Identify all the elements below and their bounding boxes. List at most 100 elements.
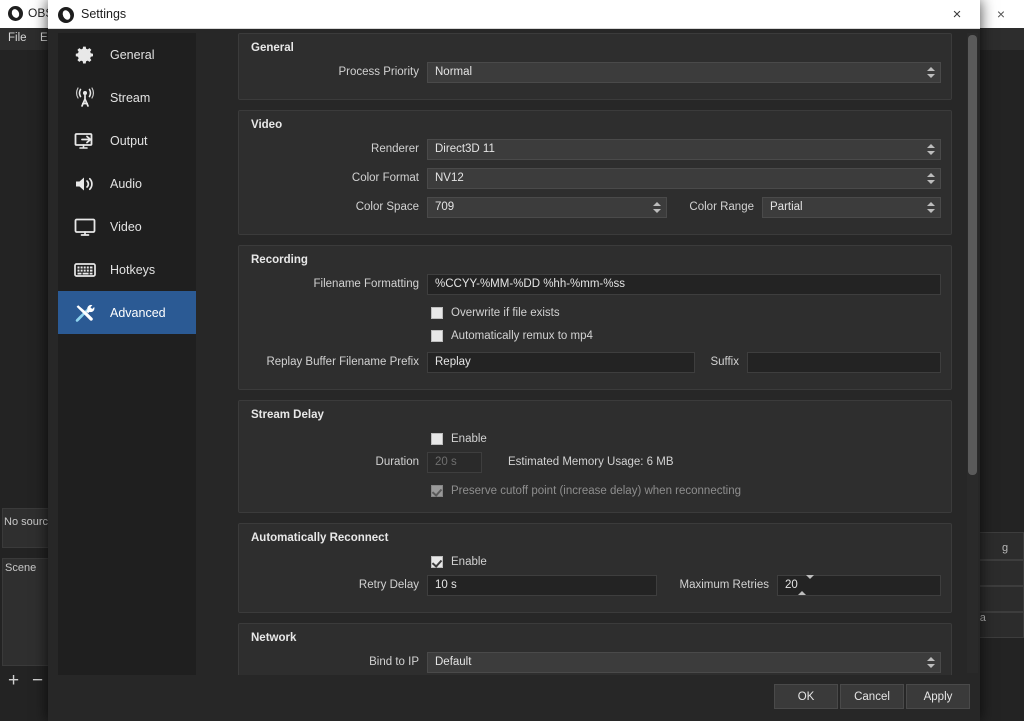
content-scrollbar[interactable] bbox=[967, 33, 978, 673]
obs-preview-panel bbox=[2, 508, 50, 548]
retry-delay-input[interactable]: 10 s bbox=[427, 575, 657, 596]
row-filename-formatting: Filename Formatting %CCYY-%MM-%DD %hh-%m… bbox=[249, 272, 941, 296]
color-format-select[interactable]: NV12 bbox=[427, 168, 941, 189]
reconnect-enable-checkbox[interactable] bbox=[431, 556, 443, 568]
filename-formatting-value: %CCYY-%MM-%DD %hh-%mm-%ss bbox=[435, 278, 625, 290]
section-title: Network bbox=[251, 632, 941, 644]
preserve-cutoff-checkbox[interactable] bbox=[431, 485, 443, 497]
reconnect-enable-label: Enable bbox=[451, 556, 487, 568]
color-space-label: Color Space bbox=[249, 201, 427, 213]
section-network: Network Bind to IP Default Dynamically c… bbox=[238, 623, 952, 677]
duration-stepper[interactable] bbox=[482, 452, 500, 473]
maximum-retries-label: Maximum Retries bbox=[675, 579, 777, 591]
process-priority-select[interactable]: Normal bbox=[427, 62, 941, 83]
estimated-memory-usage: Estimated Memory Usage: 6 MB bbox=[508, 456, 674, 468]
stream-delay-enable-checkbox[interactable] bbox=[431, 433, 443, 445]
chevron-updown-icon[interactable] bbox=[923, 654, 939, 671]
chevron-updown-icon[interactable] bbox=[798, 579, 814, 591]
settings-sidebar: General Stream bbox=[58, 33, 196, 677]
renderer-select[interactable]: Direct3D 11 bbox=[427, 139, 941, 160]
preserve-cutoff-label: Preserve cutoff point (increase delay) w… bbox=[451, 485, 741, 497]
obs-logo-icon bbox=[58, 7, 74, 23]
color-format-value: NV12 bbox=[435, 172, 464, 184]
sidebar-item-general[interactable]: General bbox=[58, 33, 196, 76]
broadcast-icon bbox=[70, 84, 100, 112]
keyboard-icon bbox=[70, 256, 100, 284]
bind-to-ip-select[interactable]: Default bbox=[427, 652, 941, 673]
bind-to-ip-value: Default bbox=[435, 656, 471, 668]
retry-delay-stepper[interactable] bbox=[657, 575, 675, 596]
overwrite-checkbox[interactable] bbox=[431, 307, 443, 319]
color-format-label: Color Format bbox=[249, 172, 427, 184]
obs-scene-panel-label: Scene bbox=[5, 562, 36, 574]
obs-menu-edit[interactable]: E bbox=[40, 32, 48, 44]
retry-delay-label: Retry Delay bbox=[249, 579, 427, 591]
stream-delay-enable-label: Enable bbox=[451, 433, 487, 445]
settings-titlebar: Settings × bbox=[48, 0, 980, 29]
monitor-icon bbox=[70, 213, 100, 241]
row-color-format: Color Format NV12 bbox=[249, 166, 941, 190]
obs-close-icon[interactable]: × bbox=[984, 4, 1018, 24]
obs-menu-file[interactable]: File bbox=[8, 32, 27, 44]
obs-remove-scene-button[interactable]: − bbox=[32, 670, 43, 692]
sidebar-item-advanced[interactable]: Advanced bbox=[58, 291, 196, 334]
speaker-icon bbox=[70, 170, 100, 198]
row-retry-delay: Retry Delay 10 s Maximum Retries 20 bbox=[249, 573, 941, 597]
apply-button[interactable]: Apply bbox=[906, 684, 970, 709]
color-range-label: Color Range bbox=[667, 201, 762, 213]
filename-formatting-input[interactable]: %CCYY-%MM-%DD %hh-%mm-%ss bbox=[427, 274, 941, 295]
output-icon bbox=[70, 127, 100, 155]
sidebar-item-label: Stream bbox=[110, 91, 150, 105]
section-general: General Process Priority Normal bbox=[238, 33, 952, 100]
row-stream-delay-duration: Duration 20 s Estimated Memory Usage: 6 … bbox=[249, 450, 941, 474]
color-range-value: Partial bbox=[770, 201, 803, 213]
color-space-select[interactable]: 709 bbox=[427, 197, 667, 218]
replay-prefix-value: Replay bbox=[435, 356, 471, 368]
sidebar-item-label: Advanced bbox=[110, 306, 166, 320]
settings-scroll-area: General Process Priority Normal Video Re… bbox=[238, 33, 952, 677]
chevron-updown-icon[interactable] bbox=[649, 199, 665, 216]
duration-label: Duration bbox=[249, 456, 427, 468]
chevron-updown-icon[interactable] bbox=[923, 141, 939, 158]
sidebar-item-label: Output bbox=[110, 134, 148, 148]
renderer-value: Direct3D 11 bbox=[435, 143, 495, 155]
chevron-updown-icon[interactable] bbox=[923, 170, 939, 187]
row-renderer: Renderer Direct3D 11 bbox=[249, 137, 941, 161]
sidebar-item-video[interactable]: Video bbox=[58, 205, 196, 248]
row-bind-to-ip: Bind to IP Default bbox=[249, 650, 941, 674]
ok-button[interactable]: OK bbox=[774, 684, 838, 709]
process-priority-label: Process Priority bbox=[249, 66, 427, 78]
section-video: Video Renderer Direct3D 11 Color Format … bbox=[238, 110, 952, 235]
sidebar-item-label: Audio bbox=[110, 177, 142, 191]
duration-input[interactable]: 20 s bbox=[427, 452, 482, 473]
obs-add-scene-button[interactable]: + bbox=[8, 670, 19, 692]
section-title: Video bbox=[251, 119, 941, 131]
scrollbar-thumb[interactable] bbox=[968, 35, 977, 475]
maximum-retries-input[interactable]: 20 bbox=[777, 575, 941, 596]
filename-formatting-label: Filename Formatting bbox=[249, 278, 427, 290]
color-range-select[interactable]: Partial bbox=[762, 197, 941, 218]
renderer-label: Renderer bbox=[249, 143, 427, 155]
chevron-updown-icon[interactable] bbox=[923, 199, 939, 216]
sidebar-item-output[interactable]: Output bbox=[58, 119, 196, 162]
replay-prefix-input[interactable]: Replay bbox=[427, 352, 695, 373]
close-icon[interactable]: × bbox=[942, 5, 972, 25]
retry-delay-value: 10 s bbox=[435, 579, 457, 591]
suffix-input[interactable] bbox=[747, 352, 941, 373]
chevron-updown-icon[interactable] bbox=[923, 64, 939, 81]
remux-checkbox[interactable] bbox=[431, 330, 443, 342]
bind-to-ip-label: Bind to IP bbox=[249, 656, 427, 668]
obs-right-fragment-0: g bbox=[1002, 542, 1008, 554]
section-title: Stream Delay bbox=[251, 409, 941, 421]
section-auto-reconnect: Automatically Reconnect Enable Retry Del… bbox=[238, 523, 952, 613]
suffix-label: Suffix bbox=[695, 356, 747, 368]
dialog-footer: OK Cancel Apply bbox=[48, 675, 980, 721]
row-color-space-range: Color Space 709 Color Range Partial bbox=[249, 195, 941, 219]
cancel-button[interactable]: Cancel bbox=[840, 684, 904, 709]
sidebar-item-stream[interactable]: Stream bbox=[58, 76, 196, 119]
sidebar-item-hotkeys[interactable]: Hotkeys bbox=[58, 248, 196, 291]
remux-label: Automatically remux to mp4 bbox=[451, 330, 593, 342]
section-recording: Recording Filename Formatting %CCYY-%MM-… bbox=[238, 245, 952, 390]
row-preserve-cutoff: Preserve cutoff point (increase delay) w… bbox=[249, 479, 941, 502]
sidebar-item-audio[interactable]: Audio bbox=[58, 162, 196, 205]
